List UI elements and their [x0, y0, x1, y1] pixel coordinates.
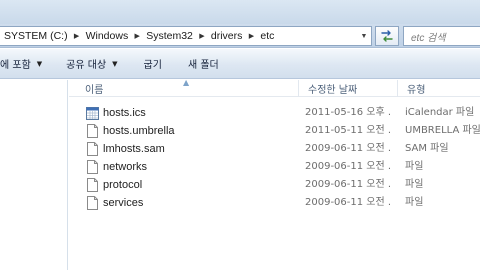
breadcrumb-system32[interactable]: System32	[142, 30, 197, 42]
breadcrumb-windows[interactable]: Windows	[82, 30, 133, 42]
file-type: 파일	[405, 197, 424, 208]
table-row[interactable]: services 2009-06-11 오전 ... 파일	[69, 194, 480, 212]
column-header-row: ▲ 이름 수정한 날짜 유형	[69, 78, 480, 97]
file-date: 2009-06-11 오전 ...	[305, 179, 391, 190]
file-date: 2011-05-16 오후 ...	[305, 107, 391, 118]
sort-ascending-icon: ▲	[183, 78, 190, 87]
table-row[interactable]: networks 2009-06-11 오전 ... 파일	[69, 158, 480, 176]
file-icon	[87, 124, 98, 138]
address-breadcrumb[interactable]: SYSTEM (C:) ▶ Windows ▶ System32 ▶ drive…	[0, 26, 372, 46]
window-title-bar	[0, 0, 480, 24]
column-header-name[interactable]: 이름	[75, 80, 103, 97]
table-row[interactable]: hosts.umbrella 2011-05-11 오전 ... UMBRELL…	[69, 122, 480, 140]
file-name: services	[103, 197, 144, 209]
file-date: 2009-06-11 오전 ...	[305, 143, 391, 154]
file-date: 2009-06-11 오전 ...	[305, 161, 391, 172]
breadcrumb-separator-icon[interactable]: ▶	[72, 32, 82, 40]
column-header-date[interactable]: 수정한 날짜	[298, 80, 357, 97]
file-icon	[87, 160, 98, 174]
burn-button[interactable]: 굽기	[138, 49, 168, 78]
table-row[interactable]: lmhosts.sam 2009-06-11 오전 ... SAM 파일	[69, 140, 480, 158]
file-name: protocol	[103, 179, 143, 191]
file-name: hosts.umbrella	[103, 125, 175, 137]
column-header-type[interactable]: 유형	[397, 80, 425, 97]
burn-label: 굽기	[143, 60, 162, 71]
new-folder-label: 새 폴더	[187, 60, 219, 71]
file-icon	[87, 196, 98, 210]
chevron-down-icon: ▼	[112, 59, 118, 68]
breadcrumb-separator-icon[interactable]: ▶	[246, 32, 256, 40]
table-row[interactable]: protocol 2009-06-11 오전 ... 파일	[69, 176, 480, 194]
breadcrumb-drivers[interactable]: drivers	[207, 30, 247, 42]
file-icon	[87, 142, 98, 156]
table-row[interactable]: hosts.ics 2011-05-16 오후 ... iCalendar 파일	[69, 104, 480, 122]
file-name: networks	[103, 161, 148, 173]
command-bar: 에 포함 ▼ 공유 대상 ▼ 굽기 새 폴더	[0, 49, 480, 79]
file-rows: hosts.ics 2011-05-16 오후 ... iCalendar 파일…	[69, 104, 480, 212]
breadcrumb-etc[interactable]: etc	[256, 30, 278, 42]
search-input[interactable]: etc 검색	[403, 26, 480, 46]
file-name: lmhosts.sam	[103, 143, 165, 155]
refresh-button[interactable]	[375, 26, 399, 46]
refresh-icon	[381, 30, 393, 42]
file-type: 파일	[405, 161, 424, 172]
address-bar-row: SYSTEM (C:) ▶ Windows ▶ System32 ▶ drive…	[0, 24, 480, 48]
file-name: hosts.ics	[103, 107, 146, 119]
address-history-dropdown-icon[interactable]: ▼	[357, 27, 371, 45]
file-type: iCalendar 파일	[405, 107, 475, 118]
file-type: 파일	[405, 179, 424, 190]
include-in-library-label: 에 포함	[0, 60, 31, 71]
new-folder-button[interactable]: 새 폴더	[182, 49, 225, 78]
calendar-file-icon	[86, 107, 99, 120]
file-list[interactable]: ▲ 이름 수정한 날짜 유형 hosts.ics 2011-05-16 오후 .…	[69, 78, 480, 270]
file-icon	[87, 178, 98, 192]
share-with-button[interactable]: 공유 대상 ▼	[60, 49, 123, 78]
chevron-down-icon: ▼	[36, 59, 43, 68]
file-type: UMBRELLA 파일	[405, 125, 480, 136]
navigation-pane[interactable]	[0, 80, 68, 270]
breadcrumb-separator-icon[interactable]: ▶	[132, 32, 142, 40]
include-in-library-button[interactable]: 에 포함 ▼	[0, 49, 48, 78]
breadcrumb-separator-icon[interactable]: ▶	[197, 32, 207, 40]
share-with-label: 공유 대상	[66, 60, 107, 71]
breadcrumb-drive[interactable]: SYSTEM (C:)	[0, 30, 72, 42]
file-date: 2009-06-11 오전 ...	[305, 197, 391, 208]
file-type: SAM 파일	[405, 143, 449, 154]
file-date: 2011-05-11 오전 ...	[305, 125, 391, 136]
